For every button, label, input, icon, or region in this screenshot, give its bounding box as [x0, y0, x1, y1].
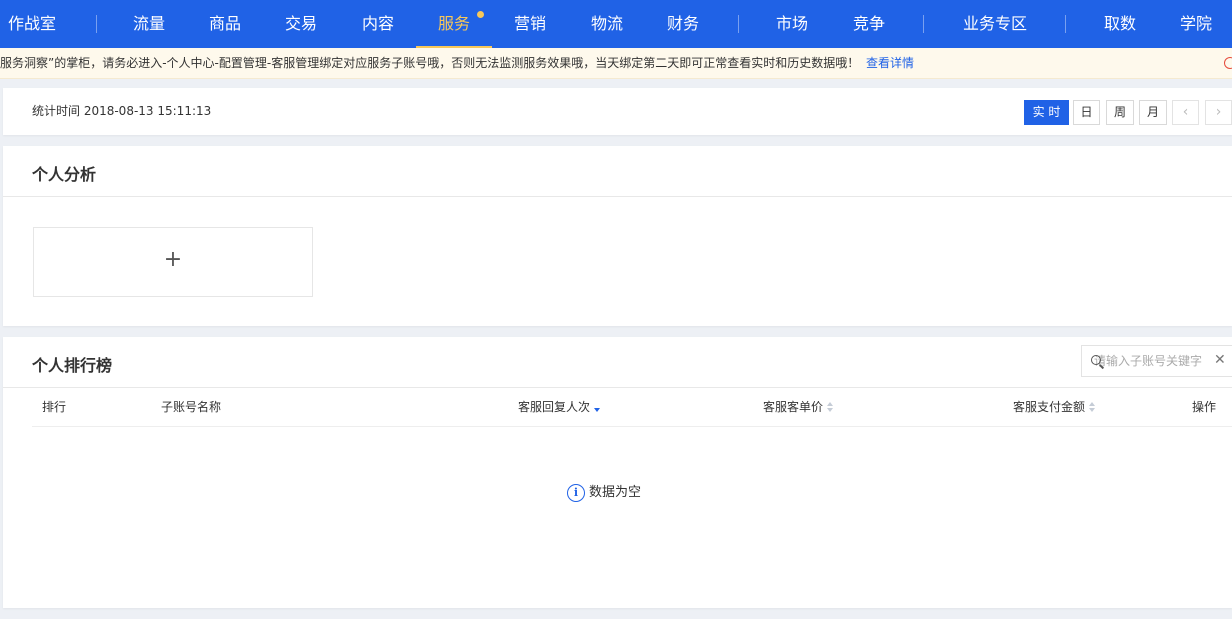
- nav-item-products[interactable]: 商品: [193, 0, 257, 48]
- nav-item-market[interactable]: 市场: [760, 0, 824, 48]
- column-header-rank: 排行: [42, 399, 66, 415]
- nav-item-logistics[interactable]: 物流: [575, 0, 639, 48]
- section-title-personal-analysis: 个人分析: [32, 165, 97, 184]
- nav-separator: [738, 15, 739, 33]
- nav-item-traffic[interactable]: 流量: [117, 0, 181, 48]
- nav-item-marketing[interactable]: 营销: [498, 0, 562, 48]
- search-input[interactable]: 请输入子账号关键字: [1081, 345, 1232, 377]
- stat-time-card: 统计时间 2018-08-13 15:11:13 实 时 日 周 月 ‹ ›: [3, 88, 1232, 135]
- nav-item-service[interactable]: 服务: [416, 0, 492, 48]
- table-header-divider: [32, 426, 1232, 427]
- column-label: 客服支付金额: [1013, 400, 1086, 414]
- info-icon: i: [567, 484, 585, 502]
- close-icon[interactable]: [1224, 57, 1232, 69]
- nav-separator: [923, 15, 924, 33]
- notice-bar: 服务洞察”的掌柜，请务必进入-个人中心-配置管理-客服管理绑定对应服务子账号哦，…: [0, 48, 1232, 79]
- column-label: 客服客单价: [763, 400, 824, 414]
- add-analysis-button[interactable]: +: [33, 227, 313, 297]
- column-header-unit-price[interactable]: 客服客单价: [763, 399, 835, 415]
- new-indicator-dot: [477, 11, 484, 18]
- stat-time-text: 统计时间 2018-08-13 15:11:13: [32, 104, 212, 118]
- nav-item-content[interactable]: 内容: [346, 0, 410, 48]
- column-header-actions: 操作: [1192, 399, 1216, 415]
- nav-item-academy[interactable]: 学院: [1164, 0, 1228, 48]
- personal-analysis-card: 个人分析 +: [3, 146, 1232, 326]
- chevron-left-icon[interactable]: ‹: [1172, 100, 1199, 125]
- nav-item-trade[interactable]: 交易: [269, 0, 333, 48]
- divider: [3, 387, 1232, 388]
- column-header-reply-count[interactable]: 客服回复人次: [518, 399, 602, 415]
- nav-separator: [1065, 15, 1066, 33]
- period-day-button[interactable]: 日: [1073, 100, 1100, 125]
- nav-item-data-fetch[interactable]: 取数: [1088, 0, 1152, 48]
- close-icon[interactable]: ✕: [1214, 351, 1226, 369]
- column-label: 子账号名称: [161, 400, 222, 414]
- sort-icon[interactable]: [1089, 402, 1097, 413]
- nav-item-war-room[interactable]: 作战室: [0, 0, 64, 48]
- sort-desc-icon[interactable]: [594, 402, 602, 413]
- column-label: 操作: [1192, 400, 1217, 414]
- search-icon: [1091, 355, 1101, 365]
- nav-item-finance[interactable]: 财务: [651, 0, 715, 48]
- plus-icon: +: [163, 247, 183, 272]
- top-nav: 作战室 流量 商品 交易 内容 服务 营销 物流 财务 市场 竞争 业务专区 取…: [0, 0, 1232, 48]
- period-realtime-button[interactable]: 实 时: [1024, 100, 1069, 125]
- empty-state: i 数据为空: [567, 483, 642, 503]
- column-header-account-name: 子账号名称: [161, 399, 221, 415]
- nav-item-competition[interactable]: 竞争: [837, 0, 901, 48]
- empty-state-text: 数据为空: [589, 485, 642, 500]
- sort-icon[interactable]: [827, 402, 835, 413]
- ranking-card: 个人排行榜 请输入子账号关键字 ✕ 排行 子账号名称 客服回复人次 客服客单价 …: [3, 337, 1232, 608]
- column-header-payment-amount[interactable]: 客服支付金额: [1013, 399, 1097, 415]
- divider: [3, 196, 1232, 197]
- column-label: 客服回复人次: [518, 400, 591, 414]
- section-title-ranking: 个人排行榜: [32, 356, 113, 375]
- search-placeholder: 请输入子账号关键字: [1094, 354, 1203, 368]
- notice-details-link[interactable]: 查看详情: [866, 48, 914, 78]
- column-label: 排行: [42, 400, 67, 414]
- notice-text: 服务洞察”的掌柜，请务必进入-个人中心-配置管理-客服管理绑定对应服务子账号哦，…: [0, 56, 860, 70]
- period-week-button[interactable]: 周: [1106, 100, 1134, 125]
- nav-separator: [96, 15, 97, 33]
- chevron-right-icon[interactable]: ›: [1205, 100, 1232, 125]
- nav-item-business-zone[interactable]: 业务专区: [952, 0, 1038, 48]
- period-month-button[interactable]: 月: [1139, 100, 1167, 125]
